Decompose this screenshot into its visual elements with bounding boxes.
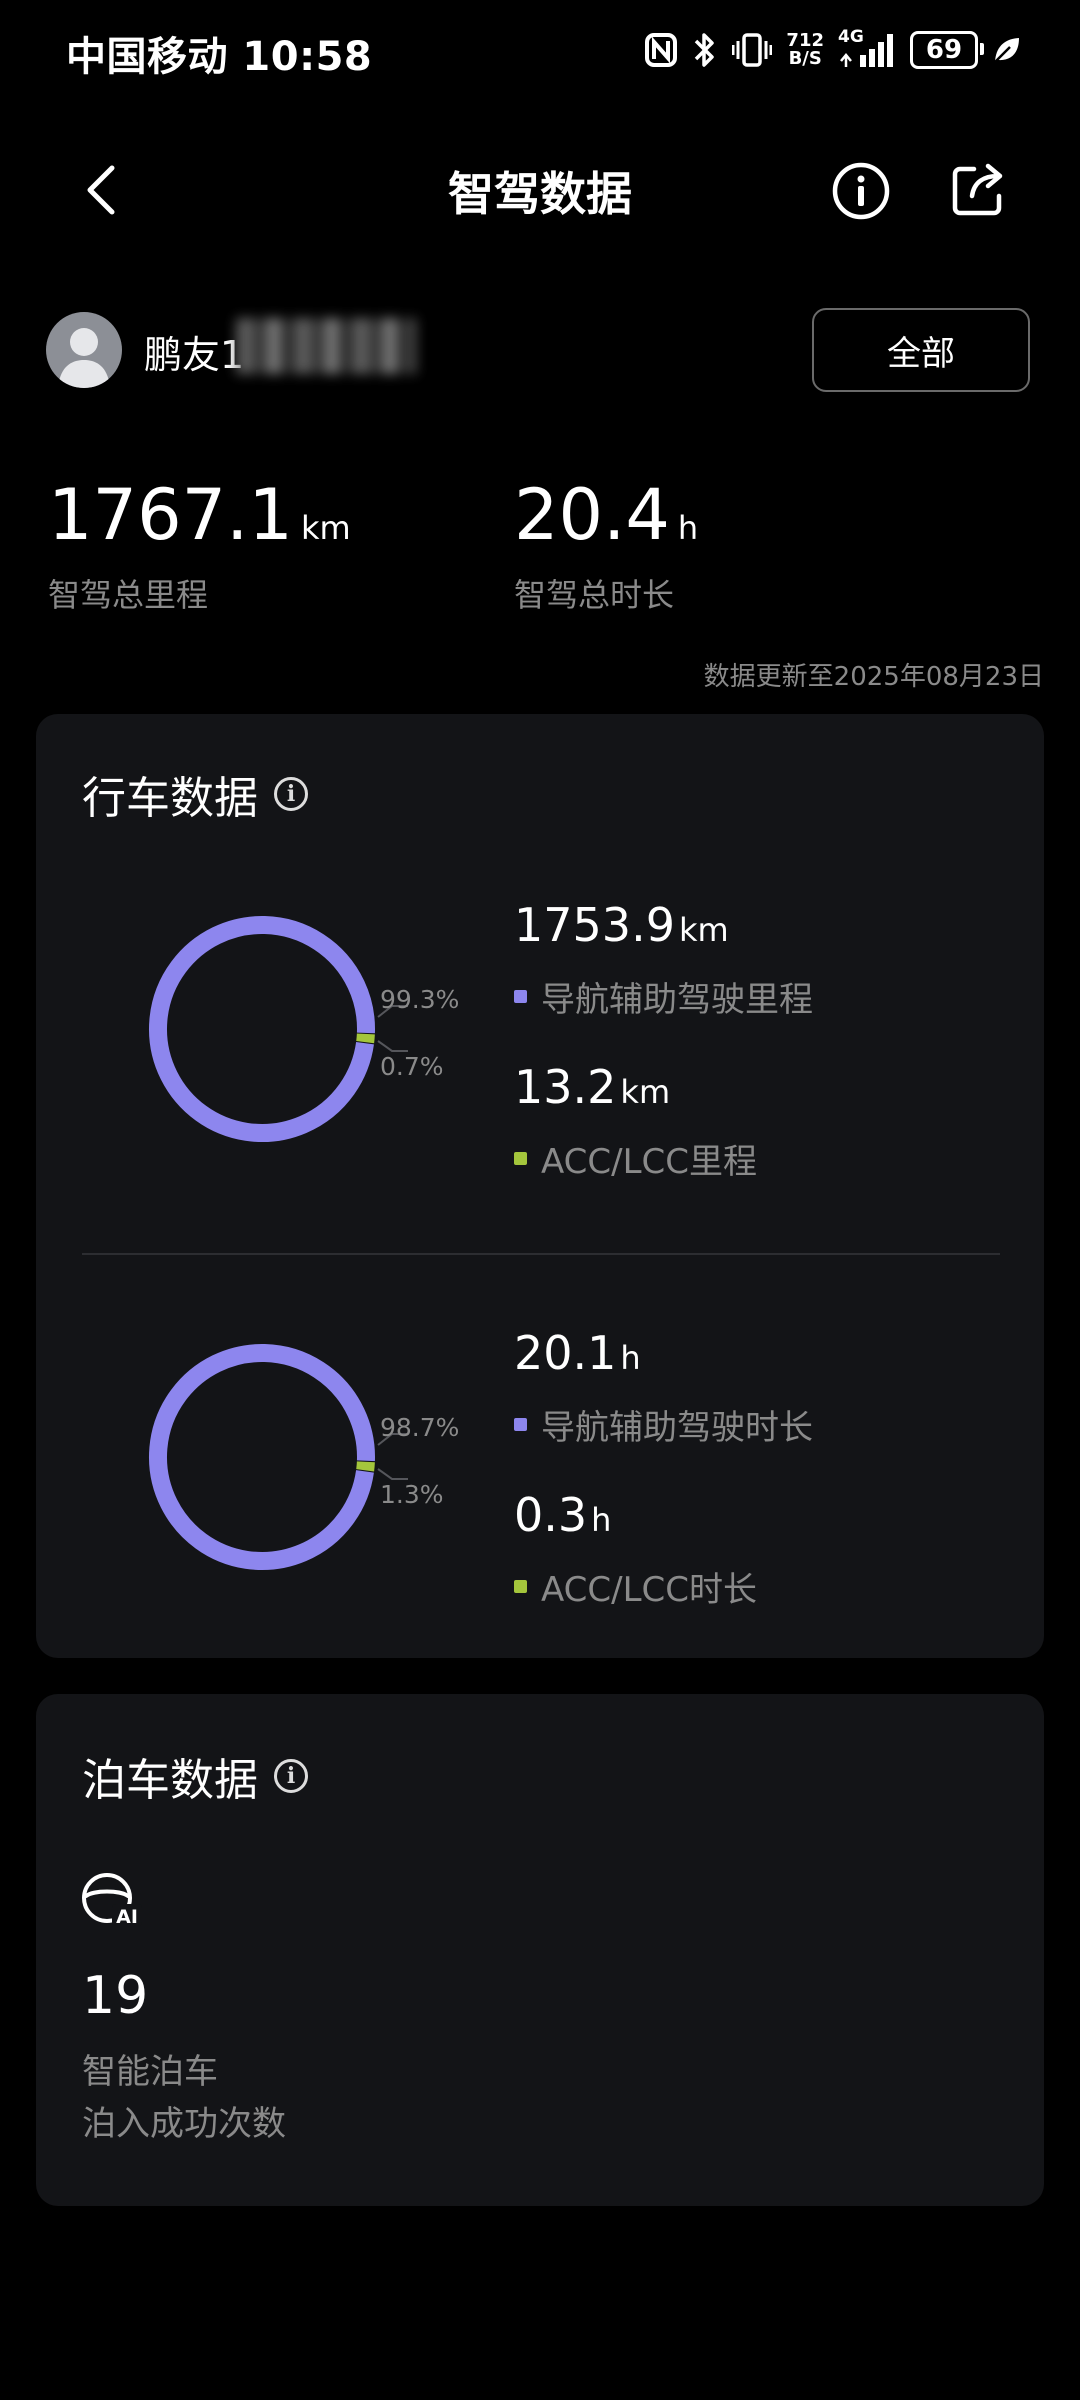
parking-count: 19 <box>82 1966 149 2026</box>
svg-text:AI: AI <box>116 1906 138 1928</box>
ai-steering-wheel-icon: AI <box>80 1872 142 1932</box>
duration-acc-value: 0.3 <box>514 1488 588 1542</box>
total-duration-label: 智驾总时长 <box>514 576 675 614</box>
vibrate-icon <box>732 32 773 68</box>
redacted-username <box>236 318 416 374</box>
total-distance-label: 智驾总里程 <box>48 576 209 614</box>
distance-nav-legend: 导航辅助驾驶里程 <box>514 972 813 1021</box>
update-note: 数据更新至2025年08月23日 <box>703 662 1044 692</box>
parking-data-card: 泊车数据 i AI 19 智能泊车 泊入成功次数 <box>36 1694 1044 2206</box>
duration-nav-percent: 98.7% <box>380 1413 460 1442</box>
distance-nav-metric: 1753.9 km <box>514 898 729 952</box>
battery-indicator: 69 <box>910 31 984 69</box>
parking-card-title: 泊车数据 i <box>82 1744 308 1808</box>
user-silhouette-icon <box>58 328 110 388</box>
duration-nav-legend: 导航辅助驾驶时长 <box>514 1400 813 1449</box>
username: 鹏友1 <box>144 333 245 377</box>
total-distance-value: 1767.1 <box>48 474 293 556</box>
driving-info-icon[interactable]: i <box>274 777 308 811</box>
distance-acc-metric: 13.2 km <box>514 1060 670 1114</box>
distance-nav-value: 1753.9 <box>514 898 675 952</box>
acc-legend-swatch <box>514 1152 527 1165</box>
nav-legend-swatch <box>514 1418 527 1431</box>
total-duration-value: 20.4 <box>514 474 670 556</box>
battery-level: 69 <box>925 35 963 65</box>
donut-segment-nav <box>149 916 375 1142</box>
parking-label-secondary: 泊入成功次数 <box>82 2104 286 2144</box>
filter-all-button[interactable]: 全部 <box>812 308 1030 392</box>
duration-acc-label: ACC/LCC时长 <box>541 1570 758 1610</box>
distance-nav-percent: 99.3% <box>380 985 460 1014</box>
donut-segment-acc <box>356 1461 375 1472</box>
total-duration: 20.4 h <box>514 480 698 550</box>
donut-segment-acc <box>356 1033 375 1044</box>
info-button[interactable] <box>830 160 892 222</box>
distance-nav-unit: km <box>678 911 729 949</box>
parking-info-icon[interactable]: i <box>274 1759 308 1793</box>
total-duration-unit: h <box>677 509 699 547</box>
card-divider <box>82 1253 1000 1255</box>
bluetooth-icon <box>692 31 718 69</box>
duration-nav-unit: h <box>620 1339 641 1377</box>
status-icons: 712 B/S 4G 69 <box>644 24 1022 76</box>
share-button[interactable] <box>946 158 1010 222</box>
driving-title-text: 行车数据 <box>82 773 258 824</box>
distance-nav-label: 导航辅助驾驶里程 <box>541 980 813 1020</box>
nfc-icon <box>644 32 678 68</box>
donut-segment-nav <box>149 1344 375 1570</box>
driving-data-card: 行车数据 i 99.3% 0.7% 1753.9 km 导航辅助驾驶里程 13.2… <box>36 714 1044 1658</box>
duration-nav-value: 20.1 <box>514 1326 617 1380</box>
duration-acc-metric: 0.3 h <box>514 1488 611 1542</box>
signal-icon: 4G <box>838 27 896 69</box>
share-icon <box>952 163 1003 216</box>
distance-acc-label: ACC/LCC里程 <box>541 1142 758 1182</box>
total-distance-unit: km <box>300 509 351 547</box>
parking-title-text: 泊车数据 <box>82 1755 258 1806</box>
parking-label-primary: 智能泊车 <box>82 2052 218 2092</box>
duration-acc-unit: h <box>591 1501 612 1539</box>
net-speed: 712 B/S <box>786 32 824 68</box>
acc-legend-swatch <box>514 1580 527 1593</box>
status-carrier-time: 中国移动 10:58 <box>66 34 373 80</box>
nav-legend-swatch <box>514 990 527 1003</box>
total-distance: 1767.1 km <box>48 480 351 550</box>
distance-acc-percent: 0.7% <box>380 1052 444 1081</box>
page-title: 智驾数据 <box>448 167 632 221</box>
network-type: 4G <box>838 27 864 47</box>
duration-nav-metric: 20.1 h <box>514 1326 641 1380</box>
leaf-icon <box>992 35 1022 65</box>
distance-acc-unit: km <box>620 1073 671 1111</box>
duration-acc-legend: ACC/LCC时长 <box>514 1562 757 1611</box>
net-speed-unit: B/S <box>788 48 822 69</box>
avatar <box>46 312 122 388</box>
duration-acc-leader <box>377 1468 408 1480</box>
distance-acc-value: 13.2 <box>514 1060 617 1114</box>
duration-acc-percent: 1.3% <box>380 1480 444 1509</box>
distance-acc-leader <box>377 1040 408 1052</box>
driving-card-title: 行车数据 i <box>82 762 308 826</box>
info-icon <box>832 162 890 220</box>
duration-nav-label: 导航辅助驾驶时长 <box>541 1408 813 1448</box>
distance-acc-legend: ACC/LCC里程 <box>514 1134 757 1183</box>
